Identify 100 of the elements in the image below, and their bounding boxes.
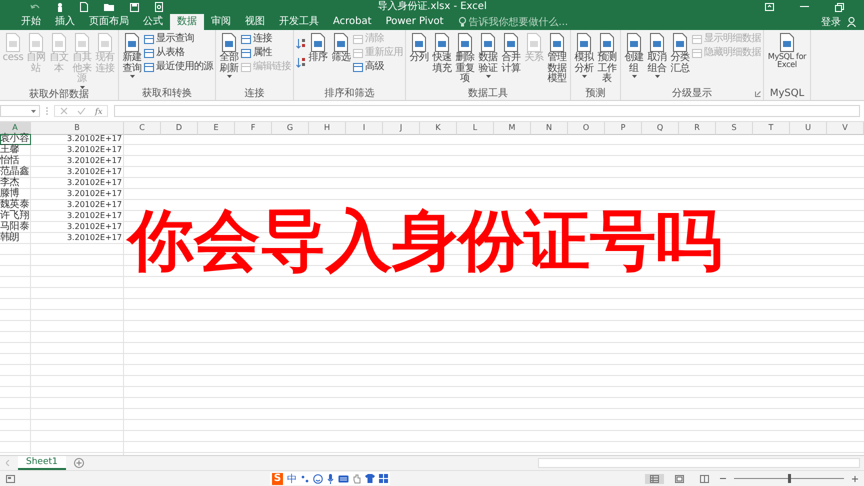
shirt-icon[interactable]: [365, 474, 376, 483]
ribbon-tab[interactable]: 插入: [48, 14, 82, 30]
group-label: 获取外部数据: [29, 90, 89, 100]
ribbon-button[interactable]: 分列: [408, 32, 430, 64]
column-header[interactable]: K: [420, 122, 457, 135]
document-icon: [221, 33, 237, 52]
ribbon-tab[interactable]: 页面布局: [82, 14, 136, 30]
ribbon-button[interactable]: 创建组: [623, 32, 645, 79]
save-icon[interactable]: [130, 2, 139, 12]
insert-function-button[interactable]: fx: [95, 106, 102, 116]
column-header[interactable]: I: [346, 122, 383, 135]
formula-input[interactable]: [114, 105, 860, 117]
ribbon-small-button[interactable]: 属性: [241, 47, 291, 59]
column-header[interactable]: O: [568, 122, 605, 135]
ribbon-button[interactable]: 预测工作表: [596, 32, 618, 86]
user-icon[interactable]: [847, 17, 856, 27]
column-header[interactable]: P: [605, 122, 642, 135]
column-header[interactable]: F: [235, 122, 272, 135]
ribbon-tab[interactable]: 视图: [238, 14, 272, 30]
ribbon-small-button[interactable]: 最近使用的源: [144, 61, 213, 73]
drag-handle-icon[interactable]: [46, 107, 48, 115]
new-document-icon[interactable]: [80, 2, 88, 12]
macro-record-icon[interactable]: [6, 474, 15, 482]
minimize-icon[interactable]: [800, 6, 809, 8]
table-cell-text: 王馨: [0, 145, 20, 155]
document-icon: [649, 33, 665, 52]
document-icon: [434, 33, 450, 52]
ribbon-button[interactable]: 新建查询: [121, 32, 143, 79]
ribbon-button[interactable]: 数据验证: [477, 32, 499, 79]
column-header[interactable]: L: [457, 122, 494, 135]
add-sheet-icon[interactable]: [74, 458, 84, 468]
ribbon-button[interactable]: 合并计算: [500, 32, 522, 75]
window-title: 导入身份证.xlsx - Excel: [377, 2, 487, 12]
table-cell-text: 怡恬: [0, 156, 20, 166]
ribbon-button[interactable]: 筛选: [330, 32, 352, 64]
column-header[interactable]: V: [827, 122, 864, 135]
ribbon-button[interactable]: 快速填充: [431, 32, 453, 75]
ribbon-tab[interactable]: Power Pivot: [378, 14, 451, 30]
column-header[interactable]: J: [383, 122, 420, 135]
ribbon-button[interactable]: MySQL for Excel: [766, 32, 808, 71]
table-cell-text: 3.20102E+17: [66, 134, 123, 145]
column-header[interactable]: S: [716, 122, 753, 135]
sign-in-link[interactable]: 登录: [815, 14, 847, 30]
column-header[interactable]: M: [494, 122, 531, 135]
ribbon-tab[interactable]: 审阅: [204, 14, 238, 30]
ribbon-button[interactable]: 管理数据模型: [546, 32, 568, 86]
column-header[interactable]: A: [0, 122, 31, 135]
ribbon-small-button[interactable]: 连接: [241, 33, 291, 45]
ribbon-tab[interactable]: 数据: [170, 14, 204, 30]
microphone-icon[interactable]: [327, 474, 334, 484]
column-header[interactable]: U: [790, 122, 827, 135]
column-header[interactable]: E: [198, 122, 235, 135]
column-header[interactable]: B: [31, 122, 124, 135]
touch-mode-icon[interactable]: [56, 2, 64, 12]
ribbon-button[interactable]: 模拟分析: [573, 32, 595, 79]
ribbon-button[interactable]: 分类汇总: [669, 32, 691, 75]
hand-icon[interactable]: [353, 474, 362, 484]
column-header[interactable]: T: [753, 122, 790, 135]
sort-ascending-icon[interactable]: [296, 38, 306, 49]
punctuation-icon[interactable]: [301, 474, 310, 482]
ribbon-tab[interactable]: Acrobat: [326, 14, 379, 30]
sort-descending-icon[interactable]: [296, 57, 306, 68]
column-header[interactable]: Q: [642, 122, 679, 135]
ime-mode-toggle[interactable]: 中: [287, 472, 298, 486]
document-icon: [51, 33, 67, 52]
ribbon-small-button[interactable]: 高级: [353, 61, 403, 73]
column-header[interactable]: N: [531, 122, 568, 135]
group-label: 分级显示: [672, 89, 712, 99]
column-header[interactable]: C: [124, 122, 161, 135]
column-header[interactable]: R: [679, 122, 716, 135]
smiley-icon[interactable]: [313, 474, 324, 484]
table-cell-text: 马阳泰: [0, 222, 30, 232]
sheet-tab[interactable]: Sheet1: [18, 456, 66, 470]
print-preview-icon[interactable]: [155, 2, 163, 12]
column-header[interactable]: D: [161, 122, 198, 135]
undo-icon[interactable]: [30, 2, 40, 12]
column-header[interactable]: H: [309, 122, 346, 135]
ribbon-button[interactable]: 取消组合: [646, 32, 668, 79]
ribbon-button[interactable]: 删除重复项: [454, 32, 476, 86]
dialog-launcher-icon[interactable]: [755, 91, 761, 97]
horizontal-scrollbar[interactable]: [538, 458, 860, 468]
ribbon-small-button[interactable]: 从表格: [144, 47, 213, 59]
ribbon-small-button[interactable]: 显示查询: [144, 33, 213, 45]
restore-icon[interactable]: [835, 2, 844, 12]
view-button[interactable]: [645, 474, 664, 484]
zoom-in-icon[interactable]: [852, 476, 858, 482]
tell-me-field[interactable]: 告诉我你想要做什么...: [458, 14, 579, 30]
ribbon-tab[interactable]: 开发工具: [272, 14, 326, 30]
ribbon-display-icon[interactable]: [765, 3, 774, 11]
enter-check-icon[interactable]: [77, 107, 86, 115]
keyboard-icon[interactable]: [338, 474, 350, 482]
column-header[interactable]: G: [272, 122, 309, 135]
ribbon-tab[interactable]: 公式: [136, 14, 170, 30]
zoom-slider-thumb[interactable]: [788, 474, 791, 483]
ribbon-button[interactable]: 排序: [307, 32, 329, 64]
folder-icon[interactable]: [104, 3, 114, 11]
document-icon: [5, 33, 21, 52]
ribbon-button[interactable]: 全部刷新: [218, 32, 240, 79]
grid-icon[interactable]: [379, 474, 388, 483]
ribbon-tab[interactable]: 开始: [14, 14, 48, 30]
